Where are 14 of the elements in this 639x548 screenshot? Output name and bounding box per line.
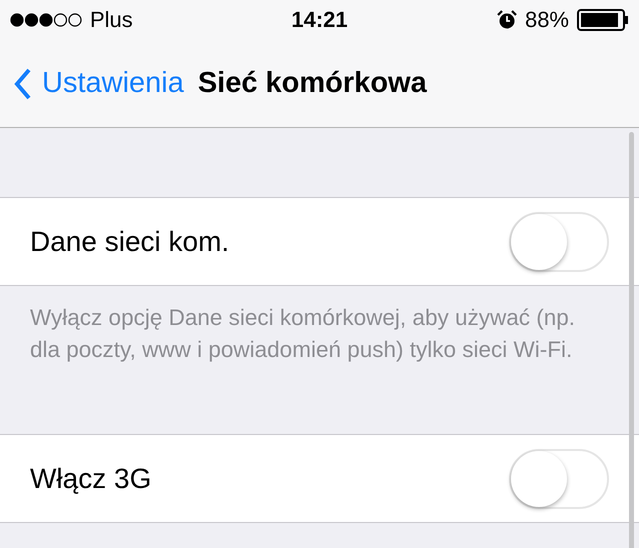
- chevron-left-icon: [14, 68, 32, 100]
- section-footer-text: Wyłącz opcję Dane sieci komórkowej, aby używać (np. dla poczty, www i powiadomień push) tylko sieci Wi-Fi.: [30, 305, 576, 362]
- carrier-name: Plus: [90, 7, 133, 33]
- toggle-switch[interactable]: [509, 212, 609, 272]
- setting-label: Dane sieci kom.: [30, 226, 230, 258]
- clock-time: 14:21: [291, 7, 348, 32]
- battery-percent: 88%: [524, 7, 569, 33]
- page-title: Sieć komórkowa: [198, 67, 427, 100]
- scroll-bar[interactable]: [629, 132, 634, 548]
- back-button[interactable]: Ustawienia: [14, 67, 184, 100]
- battery-icon: [577, 9, 629, 31]
- toggle-switch[interactable]: [509, 448, 609, 508]
- setting-label: Włącz 3G: [30, 462, 152, 494]
- signal-strength-icon: [10, 13, 82, 27]
